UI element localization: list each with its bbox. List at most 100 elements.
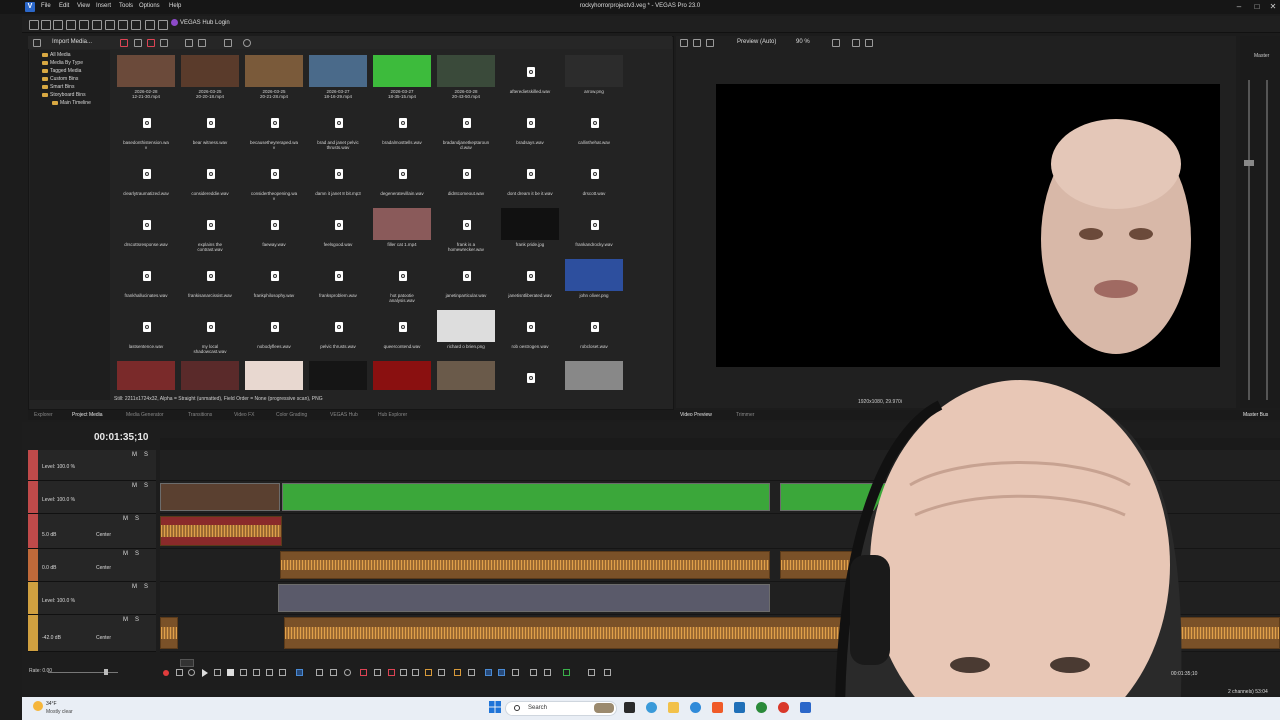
split-icon[interactable] — [388, 669, 395, 676]
tree-item-main-timeline[interactable]: Main Timeline — [60, 100, 91, 106]
tab-vegas-hub[interactable]: VEGAS Hub — [330, 412, 358, 418]
split-screen-icon[interactable] — [693, 39, 701, 47]
fx-icon[interactable] — [706, 39, 714, 47]
help-icon[interactable] — [158, 20, 168, 30]
trim-end-icon[interactable] — [412, 669, 419, 676]
app-icon-red[interactable] — [778, 702, 789, 713]
edge-icon[interactable] — [690, 702, 701, 713]
mute-button[interactable]: M — [123, 516, 128, 522]
media-thumbnail[interactable]: damn it janet 8 bit.mp3 — [309, 157, 367, 196]
hub-sync-icon[interactable] — [563, 669, 570, 676]
track-level-label[interactable]: Level: 100.0 % — [42, 497, 75, 503]
media-thumbnail[interactable]: drscottsresponse.wav — [117, 208, 175, 247]
track-pan-label[interactable]: Center — [96, 532, 111, 538]
master-fader[interactable] — [1244, 160, 1254, 166]
media-thumbnail[interactable]: degeneratevillain.wav — [373, 157, 431, 196]
properties-icon[interactable] — [92, 20, 102, 30]
tree-item-custom-bins[interactable]: Custom Bins — [50, 76, 78, 82]
track-level-label[interactable]: 0.0 dB — [42, 565, 56, 571]
auto-ripple-icon[interactable] — [468, 669, 475, 676]
vegas-taskbar-icon[interactable] — [800, 702, 811, 713]
tree-item-storyboard-bins[interactable]: Storyboard Bins — [50, 92, 86, 98]
menu-file[interactable]: File — [41, 3, 51, 9]
audio-clip[interactable] — [160, 617, 178, 649]
taskbar-search-placeholder[interactable]: Search — [528, 705, 547, 711]
render-selection-icon[interactable] — [588, 669, 595, 676]
mute-button[interactable]: M — [123, 617, 128, 623]
preview-quality-dropdown[interactable]: Preview (Auto) — [737, 39, 776, 45]
solo-button[interactable]: S — [144, 483, 148, 489]
solo-button[interactable]: S — [135, 516, 139, 522]
search-icon[interactable] — [243, 39, 251, 47]
store-icon[interactable] — [734, 702, 745, 713]
media-thumbnail[interactable]: becausetheyreraped.wa v — [245, 106, 303, 150]
mute-button[interactable]: M — [132, 483, 137, 489]
delete-icon[interactable] — [360, 669, 367, 676]
media-thumbnail[interactable]: bear witness.wav — [181, 106, 239, 145]
media-thumbnail[interactable]: didntcomeout.wav — [437, 157, 495, 196]
media-thumbnail[interactable]: considertheopening.wa v — [245, 157, 303, 201]
rate-slider-thumb[interactable] — [104, 669, 108, 675]
cut-icon[interactable] — [118, 20, 128, 30]
media-thumbnail[interactable]: 2026-03-25 20-21-28.mp4 — [245, 55, 303, 99]
media-thumbnail[interactable]: hot patootie analysis.wav — [373, 259, 431, 303]
undo-icon[interactable] — [131, 20, 141, 30]
media-thumbnail[interactable]: frankhallucinates.wav — [117, 259, 175, 298]
menu-options[interactable]: Options — [139, 3, 160, 9]
envelope-tool-icon[interactable] — [316, 669, 323, 676]
media-thumbnail[interactable]: dont dream it be it.wav — [501, 157, 559, 196]
media-thumbnail[interactable]: 2026-03-27 18-16-29.mp4 — [309, 55, 367, 99]
tab-trimmer[interactable]: Trimmer — [736, 412, 754, 418]
menu-tools[interactable]: Tools — [119, 3, 133, 9]
media-thumbnail[interactable]: richard o brien.png — [437, 310, 495, 349]
brave-icon[interactable] — [712, 702, 723, 713]
track-header[interactable]: Level: 100.0 % M S — [28, 582, 156, 615]
media-thumbnail[interactable]: callinthehat.wav — [565, 106, 623, 145]
media-thumbnail[interactable]: nobodyflees.wav — [245, 310, 303, 349]
redo-icon[interactable] — [145, 20, 155, 30]
media-thumbnail[interactable]: janetinparticular.wav — [437, 259, 495, 298]
render-icon[interactable] — [79, 20, 89, 30]
next-frame-icon[interactable] — [279, 669, 286, 676]
media-thumbnail[interactable]: franksproblem.wav — [309, 259, 367, 298]
media-thumbnail[interactable] — [245, 361, 303, 390]
tree-item-media-by-type[interactable]: Media By Type — [50, 60, 83, 66]
tab-color-grading[interactable]: Color Grading — [276, 412, 307, 418]
task-view-icon[interactable] — [624, 702, 635, 713]
tab-master-bus[interactable]: Master Bus — [1243, 412, 1268, 418]
media-thumbnail[interactable]: considereddie.wav — [181, 157, 239, 196]
solo-button[interactable]: S — [135, 617, 139, 623]
mute-button[interactable]: M — [132, 452, 137, 458]
media-thumbnail[interactable]: feelsgood.wav — [309, 208, 367, 247]
track-header[interactable]: 0.0 dB Center M S — [28, 549, 156, 582]
media-thumbnail[interactable]: frankisanarcissist.wav — [181, 259, 239, 298]
media-thumbnail[interactable]: brad and janet pelvic thrusts.wav — [309, 106, 367, 150]
audio-clip[interactable] — [160, 516, 282, 546]
settings-icon[interactable] — [105, 20, 115, 30]
preview-settings-icon[interactable] — [680, 39, 688, 47]
import-media-button[interactable]: Import Media... — [52, 39, 92, 45]
track-pan-label[interactable]: Center — [96, 635, 111, 641]
tab-hub-explorer[interactable]: Hub Explorer — [378, 412, 407, 418]
record-button[interactable] — [163, 670, 169, 676]
media-thumbnail[interactable]: basedonthistension.wa v — [117, 106, 175, 150]
menu-help[interactable]: Help — [169, 3, 181, 9]
track-header[interactable]: Level: 100.0 % M S — [28, 481, 156, 514]
new-project-icon[interactable] — [29, 20, 39, 30]
go-to-start-icon[interactable] — [240, 669, 247, 676]
tree-item-smart-bins[interactable]: Smart Bins — [50, 84, 74, 90]
post-edit-ripple-icon[interactable] — [544, 669, 551, 676]
views-icon[interactable] — [224, 39, 232, 47]
trim-icon[interactable] — [374, 669, 381, 676]
region-icon[interactable] — [454, 669, 461, 676]
media-thumbnail[interactable]: my local shadowcast.wav — [181, 310, 239, 354]
track-pan-label[interactable]: Center — [96, 565, 111, 571]
media-thumbnail[interactable]: lastsentence.wav — [117, 310, 175, 349]
snapping-icon[interactable] — [485, 669, 492, 676]
zoom-tool-icon[interactable] — [344, 669, 351, 676]
lock-icon[interactable] — [438, 669, 445, 676]
weather-description[interactable]: Mostly clear — [46, 709, 73, 715]
ignore-grouping-icon[interactable] — [530, 669, 537, 676]
media-thumbnail[interactable]: queercontend.wav — [373, 310, 431, 349]
tag-icon[interactable] — [160, 39, 168, 47]
